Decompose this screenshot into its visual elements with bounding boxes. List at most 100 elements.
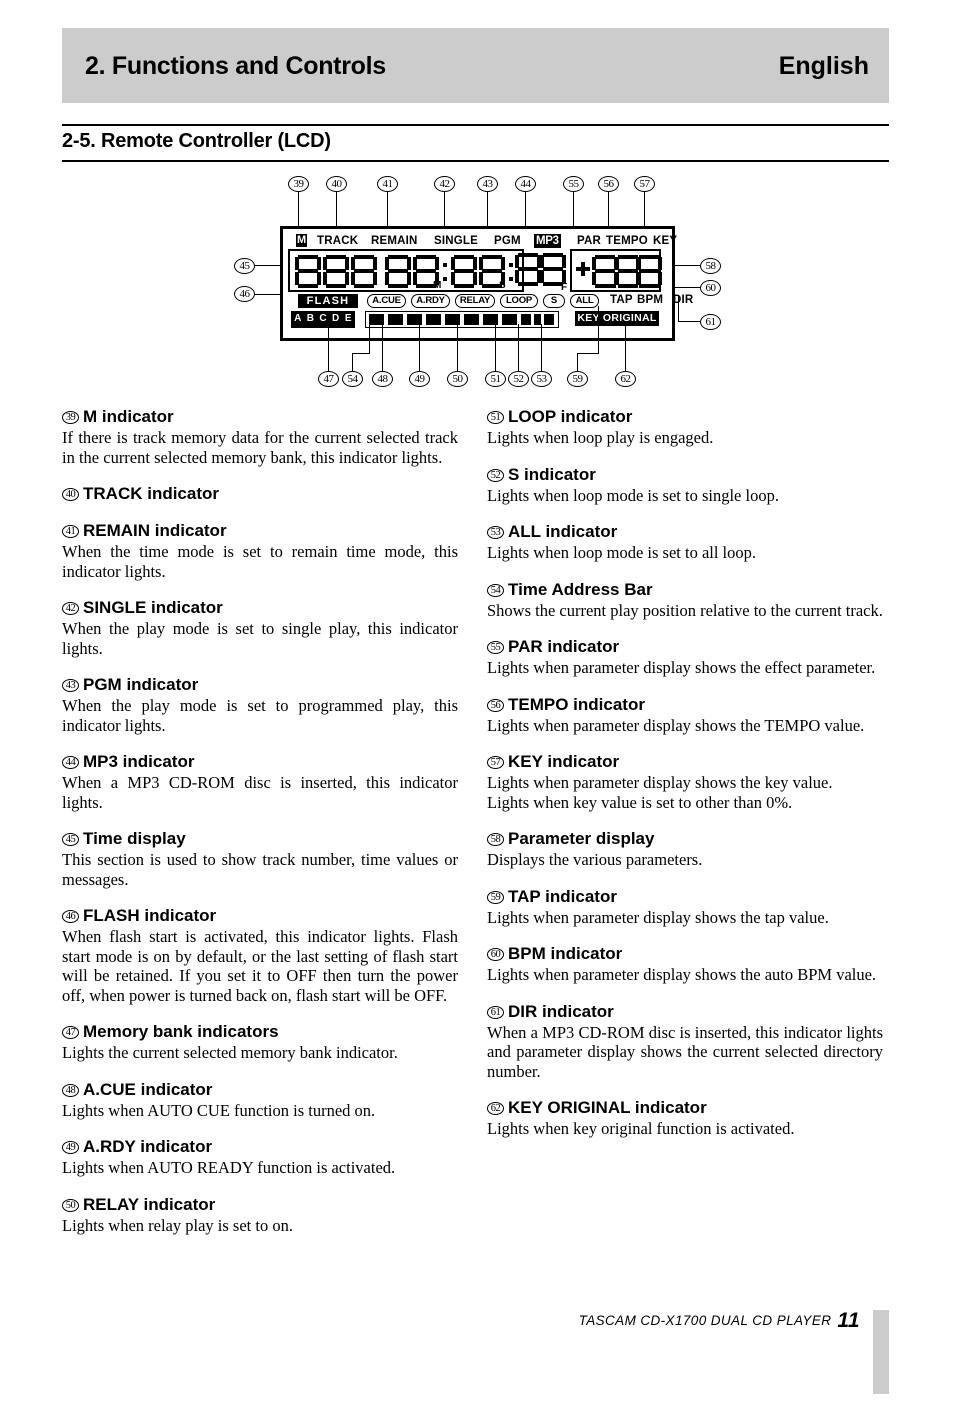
entry-51: 51 LOOP indicator Lights when loop play i… bbox=[487, 406, 883, 448]
entry-title: REMAIN indicator bbox=[83, 521, 227, 540]
time-display: M S bbox=[288, 249, 524, 292]
entry-56: 56 TEMPO indicator Lights when parameter … bbox=[487, 694, 883, 736]
entry-number: 41 bbox=[62, 525, 79, 538]
callout-47: 47 bbox=[318, 371, 339, 387]
tap-indicator: TAP bbox=[610, 294, 633, 306]
entry-47: 47 Memory bank indicators Lights the curr… bbox=[62, 1021, 458, 1063]
entry-title: M indicator bbox=[83, 407, 174, 426]
entry-49: 49 A.RDY indicator Lights when AUTO READY… bbox=[62, 1136, 458, 1178]
key-indicator: KEY bbox=[653, 235, 678, 247]
entry-number: 43 bbox=[62, 679, 79, 692]
entry-number: 42 bbox=[62, 602, 79, 615]
leader-59a bbox=[577, 353, 579, 371]
plus-sign-icon bbox=[576, 262, 590, 276]
entry-58: 58 Parameter display Displays the various… bbox=[487, 828, 883, 870]
entry-body: Lights when AUTO CUE function is turned … bbox=[62, 1100, 376, 1120]
entry-title: BPM indicator bbox=[508, 944, 623, 963]
entry-heading: 61 DIR indicator bbox=[487, 1001, 883, 1022]
entry-44: 44 MP3 indicator When a MP3 CD-ROM disc i… bbox=[62, 751, 458, 812]
pgm-indicator: PGM bbox=[494, 235, 521, 247]
entry-heading: 44 MP3 indicator bbox=[62, 751, 458, 772]
all-indicator: ALL bbox=[570, 294, 599, 308]
entry-heading: 39 M indicator bbox=[62, 406, 458, 427]
leader-62 bbox=[625, 324, 627, 371]
entry-number: 47 bbox=[62, 1026, 79, 1039]
entry-title: KEY indicator bbox=[508, 752, 620, 771]
entry-heading: 57 KEY indicator bbox=[487, 751, 883, 772]
entry-57: 57 KEY indicator Lights when parameter di… bbox=[487, 751, 883, 812]
callout-48: 48 bbox=[372, 371, 393, 387]
entry-number: 57 bbox=[487, 756, 504, 769]
callout-53: 53 bbox=[531, 371, 552, 387]
entry-title: Memory bank indicators bbox=[83, 1022, 279, 1041]
par-indicator: PAR bbox=[577, 235, 602, 247]
time-unit-frames: F bbox=[561, 282, 568, 293]
lcd-status-row: FLASH A.CUE A.RDY RELAY LOOP S ALL TAP B… bbox=[288, 294, 693, 309]
entry-title: LOOP indicator bbox=[508, 407, 633, 426]
entry-heading: 54 Time Address Bar bbox=[487, 579, 883, 600]
time-digit-3 bbox=[351, 255, 377, 288]
callout-58: 58 bbox=[700, 258, 721, 274]
entry-body: Lights when parameter display shows the … bbox=[487, 658, 876, 677]
lcd-diagram: 39 40 41 42 43 44 55 56 57 45 46 58 60 6… bbox=[230, 176, 730, 388]
callout-43: 43 bbox=[477, 176, 498, 192]
leader-57 bbox=[644, 192, 646, 230]
entry-number: 46 bbox=[62, 910, 79, 923]
time-digit-6 bbox=[451, 255, 477, 288]
entry-title: S indicator bbox=[508, 464, 596, 484]
leader-54d bbox=[369, 324, 371, 336]
leader-51 bbox=[495, 324, 497, 371]
time-digit-2 bbox=[323, 255, 349, 288]
entry-41: 41 REMAIN indicator When the time mode is… bbox=[62, 520, 458, 581]
entry-number: 49 bbox=[62, 1141, 79, 1154]
callout-62: 62 bbox=[615, 371, 636, 387]
key-original-indicator: KEY ORIGINAL bbox=[575, 311, 659, 326]
leader-50 bbox=[457, 324, 459, 371]
entry-heading: 52 S indicator bbox=[487, 464, 883, 485]
memory-bank-indicators: A B C D E bbox=[291, 311, 355, 328]
entry-number: 53 bbox=[487, 526, 504, 539]
entry-number: 50 bbox=[62, 1198, 79, 1212]
memory-bank-a: A bbox=[292, 312, 305, 327]
entry-number: 55 bbox=[487, 641, 504, 654]
entry-number: 51 bbox=[487, 411, 504, 424]
entry-60: 60 BPM indicator Lights when parameter di… bbox=[487, 943, 883, 985]
entry-number: 59 bbox=[487, 890, 504, 904]
callout-54: 54 bbox=[342, 371, 363, 387]
entry-48: 48 A.CUE indicator Lights when AUTO CUE f… bbox=[62, 1079, 458, 1121]
entry-title: TAP indicator bbox=[508, 886, 617, 906]
entry-55: 55 PAR indicator Lights when parameter di… bbox=[487, 636, 883, 678]
callout-42: 42 bbox=[434, 176, 455, 192]
callout-44: 44 bbox=[515, 176, 536, 192]
entry-heading: 55 PAR indicator bbox=[487, 636, 883, 657]
callout-55: 55 bbox=[563, 176, 584, 192]
entry-body: Lights when AUTO READY function is activ… bbox=[62, 1158, 396, 1177]
entry-title: PAR indicator bbox=[508, 637, 620, 656]
time-colon-1 bbox=[443, 255, 447, 288]
page-edge-marker bbox=[873, 1310, 889, 1394]
entry-number: 61 bbox=[487, 1005, 504, 1019]
entry-body: Lights when parameter display shows the … bbox=[487, 965, 877, 984]
section-heading: 2-5. Remote Controller (LCD) bbox=[62, 130, 331, 152]
time-digit-8 bbox=[515, 253, 541, 286]
entry-number: 45 bbox=[62, 833, 79, 846]
left-text-column: 39 M indicator If there is track memory d… bbox=[62, 406, 458, 1251]
entry-title: ALL indicator bbox=[508, 522, 618, 541]
entry-title: TRACK indicator bbox=[83, 484, 219, 503]
time-colon-2 bbox=[509, 255, 513, 288]
entry-heading: 46 FLASH indicator bbox=[62, 905, 458, 926]
memory-bank-e: E bbox=[342, 312, 354, 327]
leader-39 bbox=[298, 192, 300, 230]
entry-heading: 62 KEY ORIGINAL indicator bbox=[487, 1097, 883, 1118]
entry-title: A.RDY indicator bbox=[83, 1137, 213, 1156]
entry-heading: 43 PGM indicator bbox=[62, 674, 458, 695]
relay-indicator: RELAY bbox=[455, 294, 495, 308]
entry-body: Lights when parameter display shows the … bbox=[487, 907, 829, 927]
memory-bank-b: B bbox=[304, 312, 318, 327]
entry-body: When flash start is activated, this indi… bbox=[62, 927, 458, 1005]
entry-body: Lights the current selected memory bank … bbox=[62, 1043, 398, 1062]
entry-heading: 40 TRACK indicator bbox=[62, 483, 458, 504]
right-text-column: 51 LOOP indicator Lights when loop play i… bbox=[487, 406, 883, 1155]
callout-41: 41 bbox=[377, 176, 398, 192]
loop-indicator: LOOP bbox=[500, 294, 538, 308]
